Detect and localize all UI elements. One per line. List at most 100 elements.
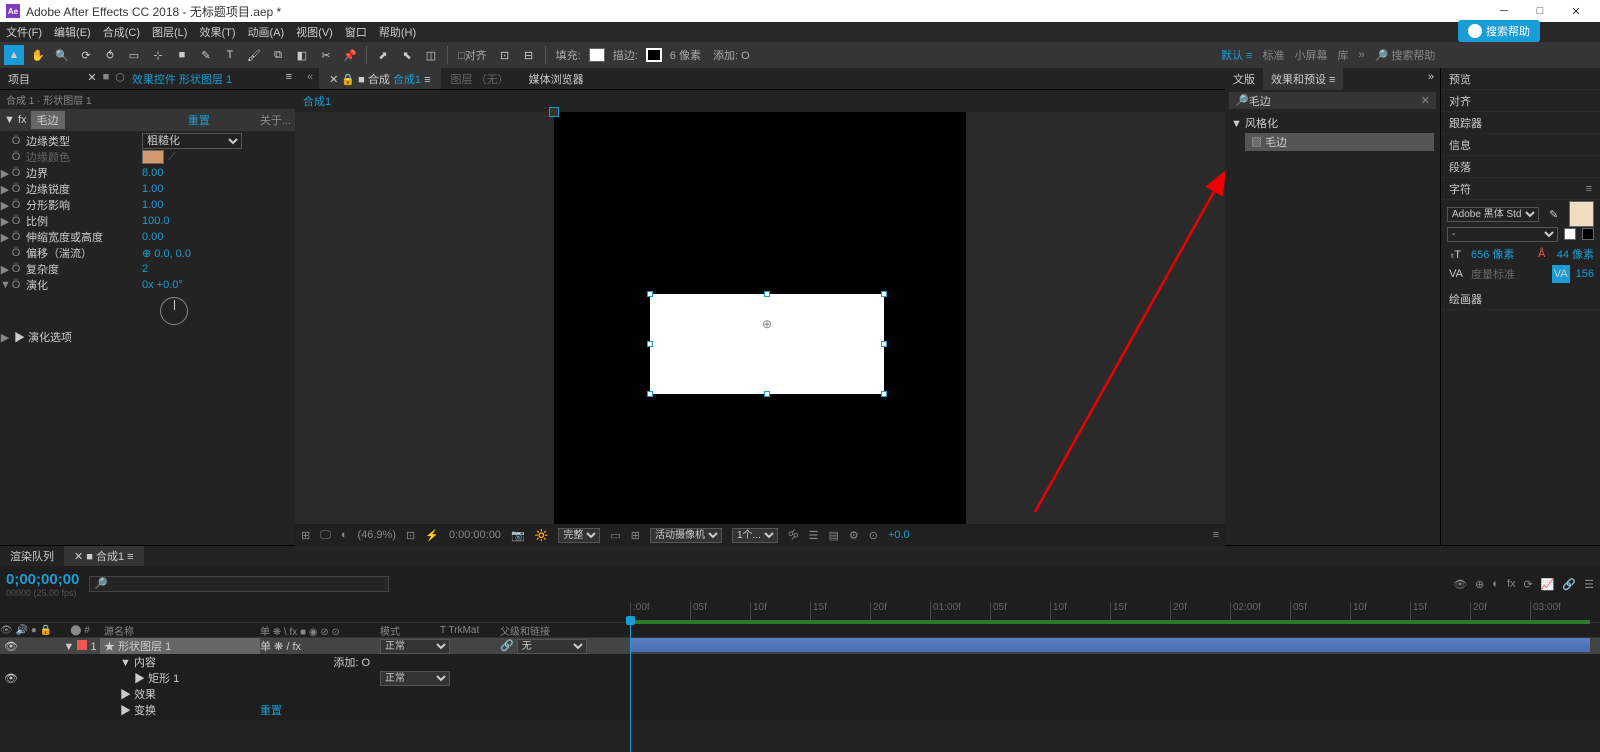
blur-icon[interactable]: ⟳ xyxy=(1524,578,1533,591)
orbit-tool-icon[interactable]: ⟳ xyxy=(76,45,96,65)
triangle-icon[interactable]: ▶ xyxy=(0,215,10,228)
menu-file[interactable]: 文件(F) xyxy=(0,22,48,42)
handle-bl[interactable] xyxy=(647,391,653,397)
tab-media-browser[interactable]: 媒体浏览器 xyxy=(519,68,594,89)
panel-paragraph[interactable]: 段落 xyxy=(1441,156,1600,178)
layer-duration-bar[interactable] xyxy=(630,638,1590,652)
eye-icon[interactable]: 👁 xyxy=(4,672,18,685)
tab-text-version[interactable]: 文版 xyxy=(1225,68,1263,90)
prop-complexity-value[interactable]: 2 xyxy=(142,263,148,275)
world-axis-icon[interactable]: ⬉ xyxy=(397,45,417,65)
camera-tool-icon[interactable]: ▭ xyxy=(124,45,144,65)
snap-checkbox[interactable]: □对齐 xyxy=(454,47,491,63)
eraser-tool-icon[interactable]: ◧ xyxy=(292,45,312,65)
shape-layer[interactable]: ⊕ xyxy=(650,294,884,394)
fill-swatch[interactable] xyxy=(589,48,605,62)
prop-fractal-value[interactable]: 1.00 xyxy=(142,199,163,211)
panel-chevron-icon[interactable]: « xyxy=(301,68,319,89)
triangle-icon[interactable]: ▶ xyxy=(0,167,10,180)
font-family-select[interactable]: Adobe 黑体 Std xyxy=(1447,207,1539,222)
snap-collapse-icon[interactable]: ⊟ xyxy=(519,45,539,65)
panel-chevron-icon[interactable]: » xyxy=(1422,68,1440,90)
zoom-value[interactable]: (46.9%) xyxy=(357,529,396,541)
menu-edit[interactable]: 编辑(E) xyxy=(48,22,97,42)
channel-icon[interactable]: 🔆 xyxy=(535,529,549,542)
clone-tool-icon[interactable]: ⧉ xyxy=(268,45,288,65)
maximize-button[interactable]: □ xyxy=(1522,0,1558,22)
layer-row-transform[interactable]: ▶ 变换 重置 xyxy=(0,702,1600,718)
brush-tool-icon[interactable]: 🖌 xyxy=(244,45,264,65)
stopwatch-icon[interactable]: Ö xyxy=(10,279,22,291)
effect-reset-button[interactable]: 重置 xyxy=(188,112,210,128)
eyedropper-icon[interactable]: ✎ xyxy=(1545,205,1563,223)
menu-view[interactable]: 视图(V) xyxy=(290,22,339,42)
panel-info[interactable]: 信息 xyxy=(1441,134,1600,156)
effect-item-roughen-edges[interactable]: ▧ 毛边 xyxy=(1245,133,1434,151)
triangle-icon[interactable]: ▶ xyxy=(0,263,10,276)
tracking-value[interactable]: 156 xyxy=(1576,268,1594,280)
snapshot-icon[interactable]: 📷 xyxy=(511,529,525,542)
leading-value[interactable]: 44 像素 xyxy=(1557,246,1594,262)
triangle-icon[interactable]: ▶ xyxy=(0,183,10,196)
stopwatch-icon[interactable]: Ö xyxy=(10,263,22,275)
workspace-default[interactable]: 默认 ≡ xyxy=(1221,47,1252,63)
stopwatch-icon[interactable]: Ö xyxy=(10,151,22,163)
triangle-icon[interactable]: ▼ xyxy=(0,279,10,291)
stopwatch-icon[interactable]: Ö xyxy=(10,215,22,227)
triangle-icon[interactable]: ▶ xyxy=(0,231,10,244)
transform-reset-link[interactable]: 重置 xyxy=(260,705,282,717)
panel-tracker[interactable]: 跟踪器 xyxy=(1441,112,1600,134)
view-axis-icon[interactable]: ◫ xyxy=(421,45,441,65)
minimize-button[interactable]: ─ xyxy=(1486,0,1522,22)
menu-window[interactable]: 窗口 xyxy=(339,22,373,42)
category-stylize[interactable]: ▼ 风格化 xyxy=(1231,115,1434,131)
pixel-aspect-icon[interactable]: ▤ xyxy=(828,529,838,542)
layer-row-effects[interactable]: ▶ 效果 xyxy=(0,686,1600,702)
prop-evolution-value[interactable]: 0x +0.0° xyxy=(142,279,183,291)
3d-mode-icon[interactable]: ⚙ xyxy=(849,529,859,542)
workspace-chevron-icon[interactable]: » xyxy=(1358,49,1364,61)
effects-search-input[interactable] xyxy=(1249,95,1421,107)
stopwatch-icon[interactable]: Ö xyxy=(10,231,22,243)
menu-help[interactable]: 帮助(H) xyxy=(373,22,422,42)
current-time-indicator[interactable] xyxy=(630,622,631,752)
resolution-select[interactable]: 完整 xyxy=(558,528,600,543)
camera-select[interactable]: 活动摄像机 xyxy=(650,528,722,543)
work-area-bar[interactable] xyxy=(630,620,1590,624)
roto-tool-icon[interactable]: ✂ xyxy=(316,45,336,65)
stroke-width-label[interactable]: 6 像素 xyxy=(666,47,705,63)
prop-scale-value[interactable]: 100.0 xyxy=(142,215,170,227)
view-option-icon[interactable]: 🝰 xyxy=(788,524,799,546)
panel-paint[interactable]: 绘画器 xyxy=(1441,288,1600,310)
tab-composition[interactable]: ✕ 🔒 ■ 合成 合成1 ≡ xyxy=(319,68,440,89)
blend-mode-select[interactable]: 正常 xyxy=(380,671,450,686)
clear-search-icon[interactable]: ✕ xyxy=(1421,94,1430,107)
time-ruler[interactable]: :00f 05f 10f 15f 20f 01:00f 05f 10f 15f … xyxy=(630,602,1600,622)
zoom-tool-icon[interactable]: 🔍 xyxy=(52,45,72,65)
layer-row-shape1[interactable]: 👁 ▼ 1 ★ 形状图层 1 单 ❋ / fx 正常 🔗 无 xyxy=(0,638,1600,654)
handle-tr[interactable] xyxy=(881,291,887,297)
tab-project[interactable]: 项目 xyxy=(0,68,38,89)
shape-tool-icon[interactable]: ■ xyxy=(172,45,192,65)
stopwatch-icon[interactable]: Ö xyxy=(10,247,22,259)
font-size-value[interactable]: 656 像素 xyxy=(1471,246,1514,262)
shy-icon[interactable]: 👁 xyxy=(1453,578,1467,591)
cloud-upload-button[interactable]: 搜索帮助 xyxy=(1458,20,1540,42)
prop-stretch-value[interactable]: 0.00 xyxy=(142,231,163,243)
font-style-select[interactable]: - xyxy=(1447,227,1558,242)
exposure-value[interactable]: +0.0 xyxy=(888,529,910,541)
prop-border-value[interactable]: 8.00 xyxy=(142,167,163,179)
graph-icon[interactable]: 📈 xyxy=(1541,578,1555,591)
eye-icon[interactable]: 👁 xyxy=(4,640,18,653)
views-select[interactable]: 1个... xyxy=(732,528,778,543)
tab-layer[interactable]: 图层 （无） xyxy=(441,68,519,89)
tab-effect-controls[interactable]: 效果控件 形状图层 1 xyxy=(128,68,236,89)
panel-menu-icon[interactable]: ≡ xyxy=(286,71,292,86)
handle-br[interactable] xyxy=(881,391,887,397)
puppet-tool-icon[interactable]: 📌 xyxy=(340,45,360,65)
timecode-display[interactable]: 0:00:00:00 xyxy=(449,529,501,541)
text-color-swatch[interactable] xyxy=(1569,201,1594,227)
triangle-icon[interactable]: ▶ xyxy=(0,199,10,212)
layer-row-rect1[interactable]: 👁 ▶ 矩形 1 正常 xyxy=(0,670,1600,686)
evolution-dial[interactable] xyxy=(160,297,188,325)
